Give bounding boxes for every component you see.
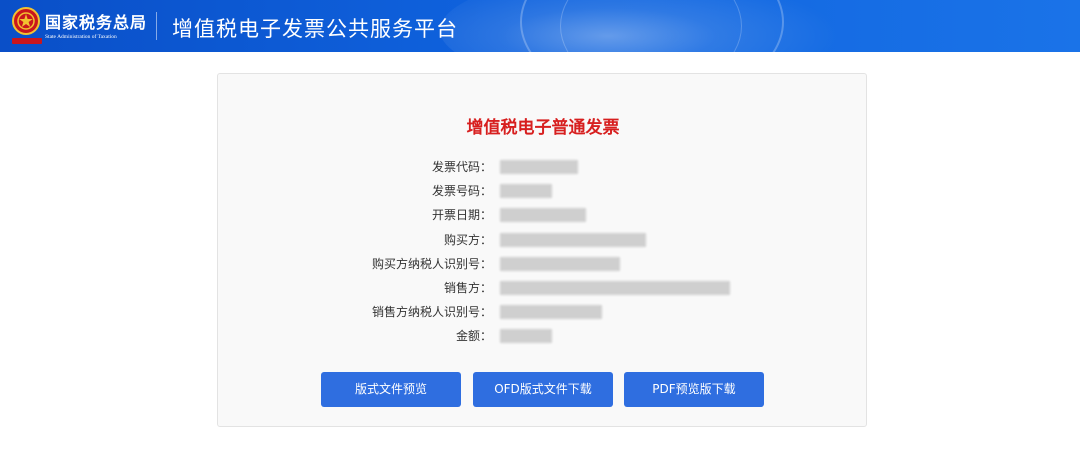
issue-date-label: 开票日期： [431, 208, 492, 222]
invoice-number-label: 发票号码： [431, 184, 492, 198]
invoice-card: 增值税电子普通发票 发票代码： 发票号码： 开票日期： 购买方： 购买方纳税人识… [217, 73, 867, 427]
preview-layout-file-button[interactable]: 版式文件预览 [321, 372, 461, 407]
top-banner: 国家税务总局 State Administration of Taxation … [0, 0, 1080, 52]
issue-date-row: 开票日期： [218, 205, 868, 225]
seller-tax-id-label: 销售方纳税人识别号： [371, 305, 492, 319]
ofd-download-button[interactable]: OFD版式文件下载 [473, 372, 613, 407]
buyer-row: 购买方： [218, 230, 868, 250]
invoice-code-row: 发票代码： [218, 157, 868, 177]
seller-row: 销售方： [218, 278, 868, 298]
pdf-download-button[interactable]: PDF预览版下载 [624, 372, 764, 407]
agency-name: 国家税务总局 [45, 13, 148, 32]
buyer-label: 购买方： [443, 233, 492, 247]
buyer-tax-id-row: 购买方纳税人识别号： [218, 254, 868, 274]
header-divider [156, 12, 157, 40]
invoice-code-label: 发票代码： [431, 160, 492, 174]
banner-arc-inner [560, 0, 742, 52]
tax-seal-mark-icon [12, 38, 42, 44]
seller-tax-id-row: 销售方纳税人识别号： [218, 302, 868, 322]
amount-row: 金额： [218, 326, 868, 346]
platform-title: 增值税电子发票公共服务平台 [172, 17, 458, 41]
agency-name-en: State Administration of Taxation [45, 34, 117, 40]
invoice-title: 增值税电子普通发票 [466, 118, 620, 138]
invoice-number-row: 发票号码： [218, 181, 868, 201]
amount-label: 金额： [455, 329, 492, 343]
seller-label: 销售方： [443, 281, 492, 295]
buyer-tax-id-label: 购买方纳税人识别号： [371, 257, 492, 271]
tax-emblem-icon [12, 7, 40, 35]
